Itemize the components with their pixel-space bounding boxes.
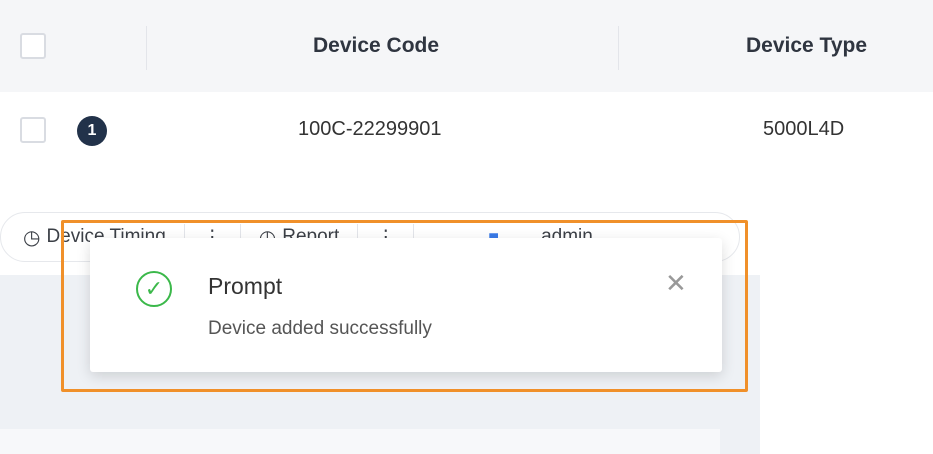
column-header-device-type[interactable]: Device Type (746, 34, 867, 58)
row-index-badge: 1 (77, 116, 107, 146)
device-code-cell: 100C-22299901 (298, 118, 442, 140)
toast-title: Prompt (208, 273, 283, 299)
row-checkbox[interactable] (20, 117, 46, 143)
device-type-cell: 5000L4D (763, 118, 845, 140)
select-all-checkbox[interactable] (20, 33, 46, 59)
toast-message: Device added successfully (208, 318, 432, 339)
content-panel-inner (0, 429, 720, 454)
success-toast: ✓ Prompt Device added successfully ✕ (90, 238, 722, 372)
column-header-device-code[interactable]: Device Code (313, 34, 439, 58)
check-circle-icon: ✓ (136, 271, 172, 307)
clock-icon: ◷ (23, 226, 41, 249)
close-icon[interactable]: ✕ (665, 270, 687, 296)
column-divider (146, 26, 147, 70)
table-header: Device Code Device Type (0, 0, 933, 92)
column-divider (618, 26, 619, 70)
